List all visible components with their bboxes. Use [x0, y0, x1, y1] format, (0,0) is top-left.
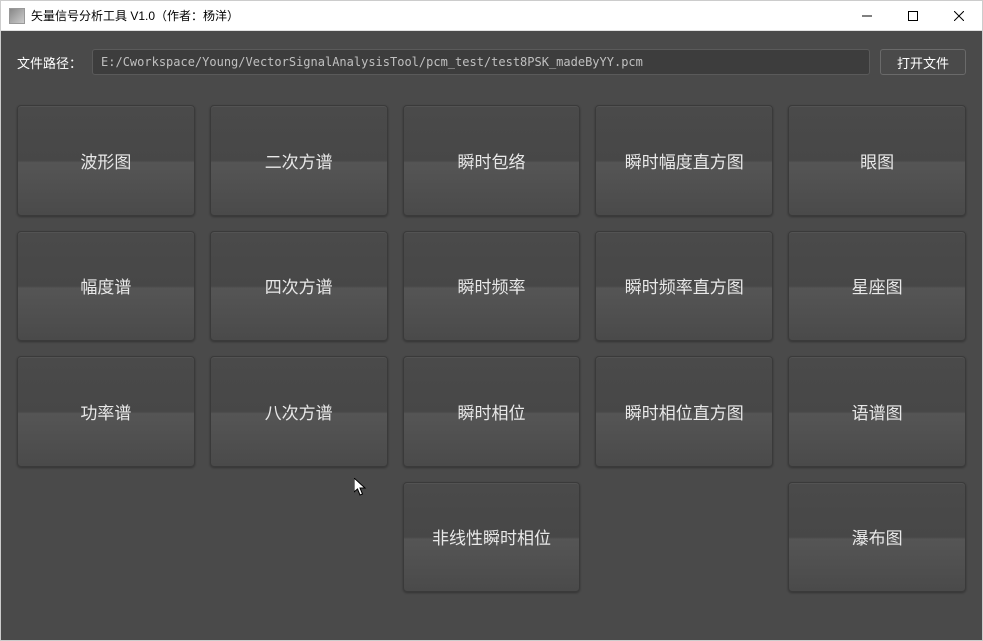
filepath-row: 文件路径： 打开文件	[17, 49, 966, 75]
instant-phase-button[interactable]: 瞬时相位	[403, 356, 581, 467]
main-window: 矢量信号分析工具 V1.0（作者：杨洋） 文件路径： 打开文件 波形图 二次方谱…	[0, 0, 983, 641]
filepath-input[interactable]	[92, 49, 870, 75]
maximize-button[interactable]	[890, 1, 936, 30]
second-power-spectrum-button[interactable]: 二次方谱	[210, 105, 388, 216]
instant-frequency-button[interactable]: 瞬时频率	[403, 231, 581, 342]
constellation-button[interactable]: 星座图	[788, 231, 966, 342]
power-spectrum-button[interactable]: 功率谱	[17, 356, 195, 467]
open-file-button[interactable]: 打开文件	[880, 49, 966, 75]
analysis-button-grid: 波形图 二次方谱 瞬时包络 瞬时幅度直方图 眼图 幅度谱 四次方谱 瞬时频率 瞬…	[17, 105, 966, 592]
amplitude-spectrum-button[interactable]: 幅度谱	[17, 231, 195, 342]
instant-phase-histogram-button[interactable]: 瞬时相位直方图	[595, 356, 773, 467]
window-title: 矢量信号分析工具 V1.0（作者：杨洋）	[31, 7, 844, 24]
content-area: 文件路径： 打开文件 波形图 二次方谱 瞬时包络 瞬时幅度直方图 眼图 幅度谱 …	[1, 31, 982, 640]
titlebar: 矢量信号分析工具 V1.0（作者：杨洋）	[1, 1, 982, 31]
app-icon	[9, 8, 25, 24]
instant-frequency-histogram-button[interactable]: 瞬时频率直方图	[595, 231, 773, 342]
fourth-power-spectrum-button[interactable]: 四次方谱	[210, 231, 388, 342]
nonlinear-instant-phase-button[interactable]: 非线性瞬时相位	[403, 482, 581, 593]
instant-amplitude-histogram-button[interactable]: 瞬时幅度直方图	[595, 105, 773, 216]
eighth-power-spectrum-button[interactable]: 八次方谱	[210, 356, 388, 467]
spectrogram-button[interactable]: 语谱图	[788, 356, 966, 467]
minimize-button[interactable]	[844, 1, 890, 30]
window-controls	[844, 1, 982, 30]
waveform-button[interactable]: 波形图	[17, 105, 195, 216]
close-button[interactable]	[936, 1, 982, 30]
eye-diagram-button[interactable]: 眼图	[788, 105, 966, 216]
instant-envelope-button[interactable]: 瞬时包络	[403, 105, 581, 216]
filepath-label: 文件路径：	[17, 53, 82, 72]
waterfall-button[interactable]: 瀑布图	[788, 482, 966, 593]
